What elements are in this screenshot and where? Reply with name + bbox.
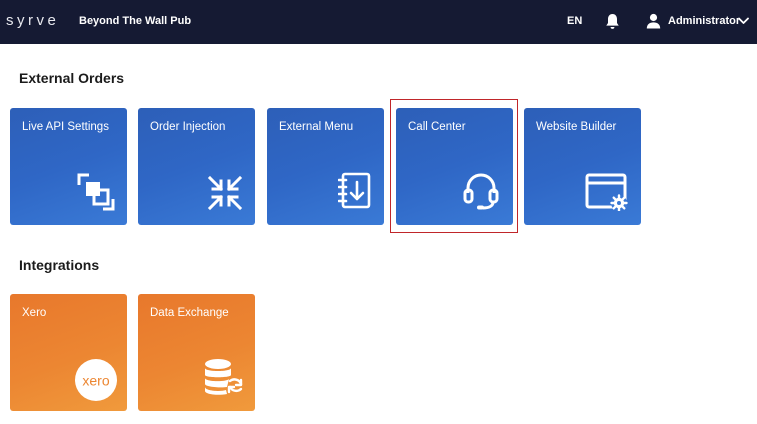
expand-squares-icon xyxy=(77,173,115,211)
tile-label: Data Exchange xyxy=(150,307,229,319)
tile-label: Website Builder xyxy=(536,121,617,133)
xero-logo: xero xyxy=(75,359,117,401)
section-title-external-orders: External Orders xyxy=(19,70,125,86)
user-name[interactable]: Administrator xyxy=(668,15,740,27)
tile-live-api-settings[interactable]: Live API Settings xyxy=(10,108,127,225)
tile-external-menu[interactable]: External Menu xyxy=(267,108,384,225)
user-icon[interactable] xyxy=(646,13,661,29)
language-selector[interactable]: EN xyxy=(567,15,582,27)
tile-order-injection[interactable]: Order Injection xyxy=(138,108,255,225)
database-sync-icon xyxy=(205,359,243,395)
headset-icon xyxy=(463,173,499,210)
tile-label: Call Center xyxy=(408,121,466,133)
browser-settings-icon xyxy=(585,173,628,211)
tile-call-center[interactable]: Call Center xyxy=(396,108,513,225)
tile-label: Xero xyxy=(22,307,47,319)
section-title-integrations: Integrations xyxy=(19,257,100,273)
chevron-down-icon[interactable] xyxy=(738,17,749,25)
top-navigation-bar: syrve Beyond The Wall Pub EN Administrat… xyxy=(0,0,757,44)
compress-arrows-icon xyxy=(207,175,243,211)
xero-logo-text: xero xyxy=(82,373,109,389)
tile-xero[interactable]: Xero xero xyxy=(10,294,127,411)
bell-icon[interactable] xyxy=(605,13,620,30)
tile-website-builder[interactable]: Website Builder xyxy=(524,108,641,225)
tile-label: External Menu xyxy=(279,121,354,133)
brand-logo[interactable]: syrve xyxy=(6,12,59,29)
tile-label: Live API Settings xyxy=(22,121,109,133)
tile-data-exchange[interactable]: Data Exchange xyxy=(138,294,255,411)
venue-name[interactable]: Beyond The Wall Pub xyxy=(79,15,191,27)
tile-label: Order Injection xyxy=(150,121,226,133)
menu-book-download-icon xyxy=(338,172,371,209)
